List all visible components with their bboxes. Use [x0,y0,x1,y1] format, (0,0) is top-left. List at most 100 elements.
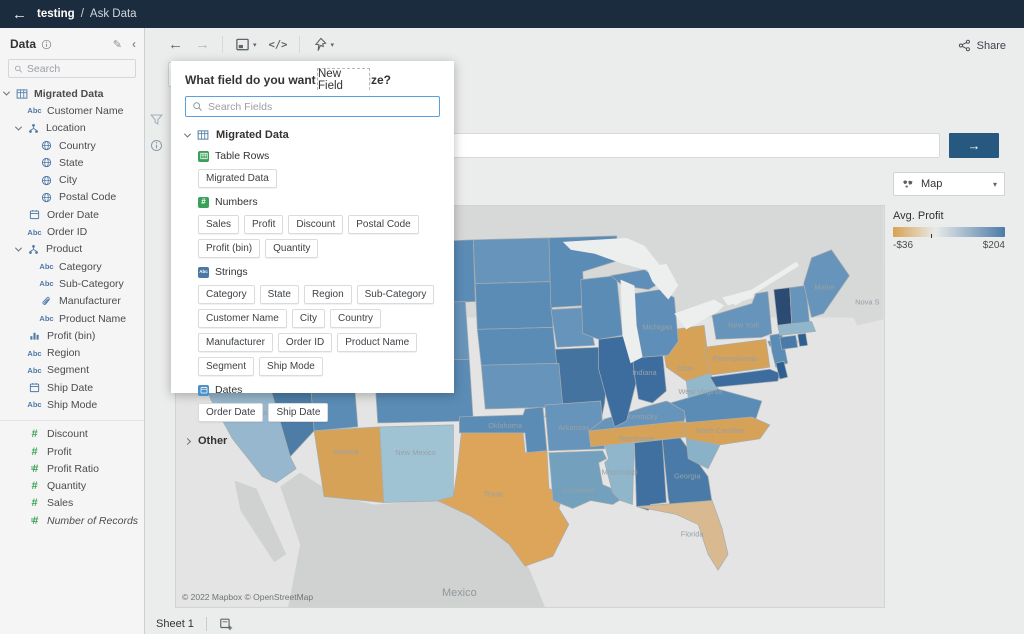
field-pill[interactable]: Region [303,285,352,304]
chevron-right-icon[interactable] [183,437,192,445]
code-view-button[interactable]: </> [269,39,288,51]
field-pill[interactable]: Postal Code [348,215,419,234]
sidebar-field-ship-mode[interactable]: Abc Ship Mode [0,396,144,413]
state-SD[interactable] [474,281,554,330]
popup-other-group[interactable]: Other [183,435,440,447]
chevron-down-icon[interactable] [14,244,23,252]
field-pill[interactable]: Sales [198,215,240,234]
abc-icon: Abc [27,227,42,237]
collapse-pane-icon[interactable]: ‹ [132,37,136,51]
sidebar-measure-quantity[interactable]: # Quantity [0,478,144,495]
info-icon[interactable] [41,39,52,50]
state-CT[interactable] [779,335,799,350]
state-KS[interactable] [480,362,564,410]
svg-text:New Mexico: New Mexico [395,448,436,457]
field-pill[interactable]: State [259,285,299,304]
field-pill[interactable]: Ship Date [268,403,329,422]
field-pill[interactable]: Manufacturer [198,333,273,352]
popup-search-input[interactable] [208,100,433,113]
info-icon[interactable] [150,139,163,152]
state-AL[interactable] [634,439,667,511]
popup-tree-root[interactable]: Migrated Data [183,129,440,141]
state-ND[interactable] [472,237,552,284]
abc-icon: Abc [27,106,42,116]
funnel-icon[interactable] [150,113,163,126]
svg-text:Ohio: Ohio [677,364,693,373]
sidebar-field-manufacturer[interactable]: Manufacturer [0,293,144,310]
sheet-tab[interactable]: Sheet 1 [156,618,194,630]
breadcrumb-project[interactable]: testing [37,8,75,20]
globe-icon [41,175,52,186]
sidebar-field-migrated-data[interactable]: Migrated Data [0,85,144,102]
field-pill[interactable]: Migrated Data [198,169,277,188]
sidebar-measure-sales[interactable]: # Sales [0,495,144,512]
field-pill[interactable]: Sub-Category [356,285,435,304]
undo-button[interactable]: ← [168,36,183,53]
sidebar-field-state[interactable]: State [0,154,144,171]
field-pill[interactable]: Profit (bin) [198,239,261,258]
svg-text:Nova S: Nova S [855,298,879,307]
sidebar-field-product-name[interactable]: Abc Product Name [0,310,144,327]
top-navigation-bar: ← testing / Ask Data [0,0,1024,28]
sidebar-field-location[interactable]: Location [0,120,144,137]
field-pill[interactable]: Ship Mode [259,357,323,376]
back-arrow-icon[interactable]: ← [12,7,27,22]
sidebar-measure-discount[interactable]: # Discount [0,426,144,443]
field-pill[interactable]: Category [198,285,255,304]
pin-icon [312,37,327,52]
sidebar-field-order-date[interactable]: Order Date [0,206,144,223]
globe-icon [41,157,52,168]
field-pill[interactable]: Profit [244,215,284,234]
new-field-tab[interactable]: New Field [317,68,370,92]
popup-title: What field do you want to visualize? [185,73,392,87]
sidebar-field-segment[interactable]: Abc Segment [0,362,144,379]
field-search-input[interactable] [26,62,130,75]
field-pill[interactable]: Customer Name [198,309,287,328]
field-pill[interactable]: Product Name [337,333,418,352]
field-pill[interactable]: Order Date [198,403,264,422]
sidebar-field-city[interactable]: City [0,171,144,188]
sidebar-measure-profit[interactable]: # Profit [0,443,144,460]
sidebar-field-customer-name[interactable]: Abc Customer Name [0,102,144,119]
state-WI[interactable] [580,275,623,340]
popup-section-dates: Dates Order Date Ship Date [185,384,440,422]
sidebar-measure-number-of-records[interactable]: = # Number of Records [0,512,144,529]
abc-icon: Abc [27,365,42,375]
state-NE[interactable] [476,327,558,368]
field-pill[interactable]: Country [330,309,382,328]
sidebar-field-country[interactable]: Country [0,137,144,154]
sidebar-field-product[interactable]: Product [0,241,144,258]
pin-dropdown-button[interactable]: ▾ [312,37,334,52]
field-pill[interactable]: Quantity [265,239,319,258]
field-pill[interactable]: Segment [198,357,255,376]
legend-title: Avg. Profit [893,210,944,222]
sidebar-field-postal-code[interactable]: Postal Code [0,189,144,206]
state-RI[interactable] [797,333,808,347]
field-pill[interactable]: City [291,309,326,328]
share-button[interactable]: Share [958,39,1006,52]
chevron-down-icon[interactable] [14,123,23,131]
sidebar-field-category[interactable]: Abc Category [0,258,144,275]
new-sheet-icon[interactable] [219,617,233,631]
calendar-icon [29,382,40,393]
redo-button[interactable]: → [195,36,210,53]
sidebar-field-profit-bin[interactable]: Profit (bin) [0,327,144,344]
viz-type-dropdown[interactable]: Map ▾ [893,172,1005,196]
chevron-down-icon[interactable] [183,130,192,138]
field-pill[interactable]: Order ID [277,333,333,352]
histogram-icon [29,330,40,341]
sidebar-field-order-id[interactable]: Abc Order ID [0,223,144,240]
chevron-down-icon[interactable] [2,88,11,96]
popup-search-box[interactable] [185,96,440,117]
save-dropdown-button[interactable]: ▾ [235,37,257,52]
sidebar-field-ship-date[interactable]: Ship Date [0,379,144,396]
legend-gradient[interactable] [893,227,1005,238]
sidebar-field-sub-category[interactable]: Abc Sub-Category [0,275,144,292]
go-button[interactable]: → [949,133,999,158]
sidebar-measure-profit-ratio[interactable]: = # Profit Ratio [0,460,144,477]
abc-badge-icon: Abc [198,266,209,278]
field-search-box[interactable] [8,59,136,78]
edit-pencil-icon[interactable]: ✎ [113,38,122,51]
sidebar-field-region[interactable]: Abc Region [0,344,144,361]
field-pill[interactable]: Discount [288,215,344,234]
